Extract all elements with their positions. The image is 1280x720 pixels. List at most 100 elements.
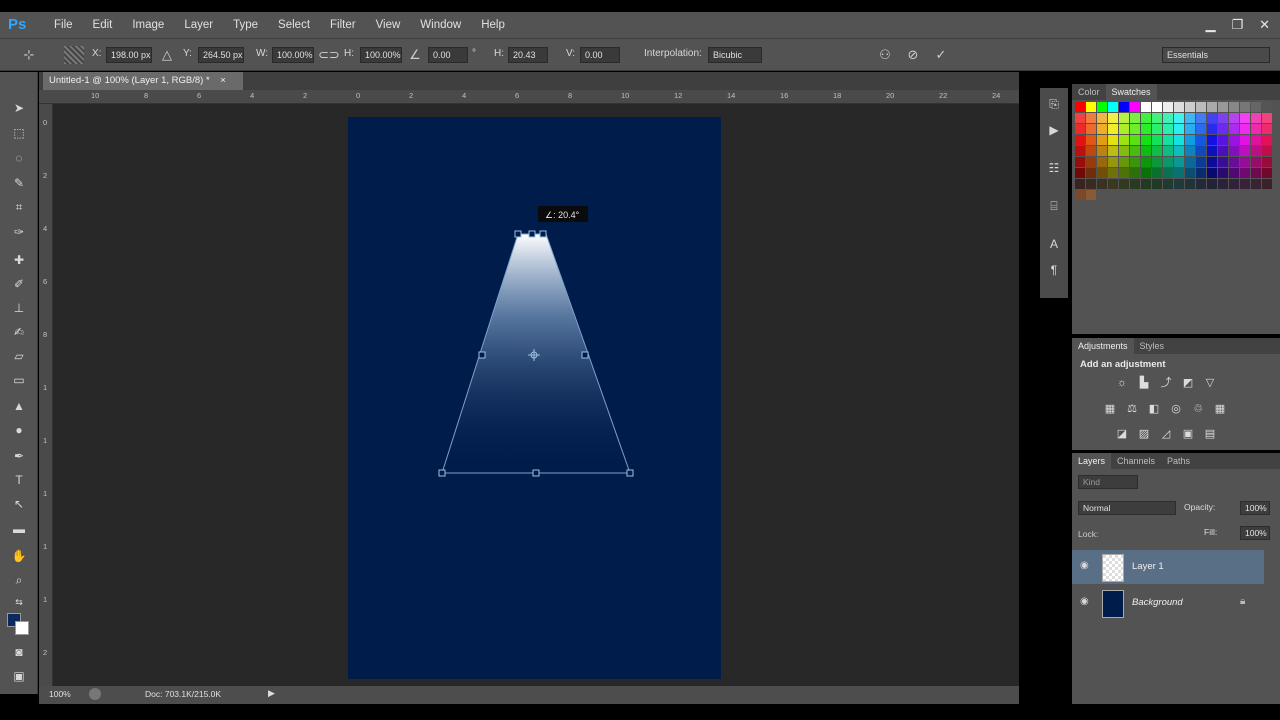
photo-filter-icon[interactable]: ◎: [1168, 401, 1184, 417]
color-swatch[interactable]: [1163, 146, 1173, 156]
color-swatch[interactable]: [1119, 113, 1129, 123]
handle-bottom-left[interactable]: [438, 469, 446, 477]
color-swatch[interactable]: [1141, 168, 1151, 178]
levels-icon[interactable]: ▙: [1136, 375, 1152, 391]
color-swatch[interactable]: [1108, 124, 1118, 134]
color-swatch[interactable]: [1119, 157, 1129, 167]
color-swatch[interactable]: [1251, 135, 1261, 145]
layer-filter-kind[interactable]: Kind: [1078, 475, 1138, 489]
color-swatch[interactable]: [1152, 179, 1162, 189]
color-swatch[interactable]: [1097, 157, 1107, 167]
color-swatch[interactable]: [1251, 157, 1261, 167]
color-swatch[interactable]: [1130, 113, 1140, 123]
color-swatch[interactable]: [1141, 157, 1151, 167]
color-swatch[interactable]: [1174, 157, 1184, 167]
actions-panel-icon[interactable]: ▶: [1044, 120, 1064, 140]
color-swatch[interactable]: [1174, 113, 1184, 123]
color-swatch[interactable]: [1240, 157, 1250, 167]
color-swatch[interactable]: [1207, 157, 1217, 167]
color-swatch[interactable]: [1218, 179, 1228, 189]
color-swatch[interactable]: [1262, 168, 1272, 178]
color-swatch[interactable]: [1229, 168, 1239, 178]
layer-row-background[interactable]: ◉ Background 🔒︎: [1072, 586, 1280, 620]
color-swatch[interactable]: [1207, 146, 1217, 156]
color-swatch[interactable]: [1097, 146, 1107, 156]
tab-channels[interactable]: Channels: [1111, 453, 1161, 469]
brightness-contrast-icon[interactable]: ☼: [1114, 375, 1130, 391]
layer-name[interactable]: Background: [1132, 597, 1183, 608]
color-swatch[interactable]: [1152, 157, 1162, 167]
color-swatch[interactable]: [1196, 168, 1206, 178]
hue-saturation-icon[interactable]: ▦: [1102, 401, 1118, 417]
color-swatch[interactable]: [1251, 146, 1261, 156]
color-swatch[interactable]: [1229, 179, 1239, 189]
threshold-icon[interactable]: ◿: [1158, 426, 1174, 442]
status-icon[interactable]: [89, 688, 101, 700]
handle-bottom-right[interactable]: [626, 469, 634, 477]
color-swatch[interactable]: [1207, 124, 1217, 134]
color-swatch[interactable]: [1075, 157, 1085, 167]
color-swatch[interactable]: [1240, 102, 1250, 112]
color-swatch[interactable]: [1119, 146, 1129, 156]
color-swatch[interactable]: [1097, 135, 1107, 145]
color-swatch[interactable]: [1262, 124, 1272, 134]
color-swatch[interactable]: [1108, 157, 1118, 167]
color-swatch[interactable]: [1229, 146, 1239, 156]
gradient-map-icon[interactable]: ▤: [1202, 426, 1218, 442]
color-swatch[interactable]: [1229, 113, 1239, 123]
color-swatch[interactable]: [1229, 135, 1239, 145]
color-swatch[interactable]: [1251, 179, 1261, 189]
color-swatch[interactable]: [1097, 179, 1107, 189]
invert-icon[interactable]: ◪: [1114, 426, 1130, 442]
color-swatch[interactable]: [1097, 168, 1107, 178]
color-swatch[interactable]: [1240, 146, 1250, 156]
color-swatch[interactable]: [1196, 146, 1206, 156]
color-swatch[interactable]: [1251, 113, 1261, 123]
color-swatch[interactable]: [1196, 135, 1206, 145]
color-swatch[interactable]: [1218, 102, 1228, 112]
color-swatch[interactable]: [1251, 102, 1261, 112]
color-swatch[interactable]: [1152, 168, 1162, 178]
color-swatch[interactable]: [1130, 157, 1140, 167]
color-swatch[interactable]: [1163, 113, 1173, 123]
color-swatch[interactable]: [1207, 102, 1217, 112]
color-swatch[interactable]: [1141, 179, 1151, 189]
color-swatch[interactable]: [1119, 179, 1129, 189]
handle-middle-right[interactable]: [581, 351, 589, 359]
color-swatch[interactable]: [1196, 179, 1206, 189]
handle-top-center[interactable]: [528, 230, 536, 238]
color-swatch[interactable]: [1152, 135, 1162, 145]
zoom-level[interactable]: 100%: [49, 689, 71, 699]
layer-row-layer-1[interactable]: ◉ Layer 1: [1072, 550, 1264, 584]
color-swatch[interactable]: [1130, 168, 1140, 178]
color-swatch[interactable]: [1075, 135, 1085, 145]
color-swatch[interactable]: [1262, 113, 1272, 123]
color-swatch[interactable]: [1218, 113, 1228, 123]
color-swatch[interactable]: [1185, 135, 1195, 145]
black-white-icon[interactable]: ◧: [1146, 401, 1162, 417]
handle-top-left[interactable]: [514, 230, 522, 238]
color-swatch[interactable]: [1262, 179, 1272, 189]
color-swatch[interactable]: [1207, 135, 1217, 145]
color-swatch[interactable]: [1075, 102, 1085, 112]
tab-color[interactable]: Color: [1072, 84, 1106, 100]
color-swatch[interactable]: [1075, 146, 1085, 156]
color-swatch[interactable]: [1141, 135, 1151, 145]
paragraph-panel-icon[interactable]: ¶: [1044, 260, 1064, 280]
history-panel-icon[interactable]: ⎘: [1044, 94, 1064, 114]
color-swatch[interactable]: [1108, 102, 1118, 112]
color-swatch[interactable]: [1086, 157, 1096, 167]
color-swatch[interactable]: [1075, 179, 1085, 189]
color-swatch[interactable]: [1097, 124, 1107, 134]
color-swatch[interactable]: [1108, 168, 1118, 178]
color-swatch[interactable]: [1130, 102, 1140, 112]
color-swatch[interactable]: [1130, 146, 1140, 156]
tab-layers[interactable]: Layers: [1072, 453, 1112, 469]
color-swatch[interactable]: [1086, 179, 1096, 189]
color-swatch[interactable]: [1240, 124, 1250, 134]
color-swatch[interactable]: [1130, 179, 1140, 189]
color-swatch[interactable]: [1152, 146, 1162, 156]
curves-icon[interactable]: ⤴: [1158, 375, 1174, 391]
color-swatch[interactable]: [1174, 102, 1184, 112]
color-swatch[interactable]: [1185, 146, 1195, 156]
